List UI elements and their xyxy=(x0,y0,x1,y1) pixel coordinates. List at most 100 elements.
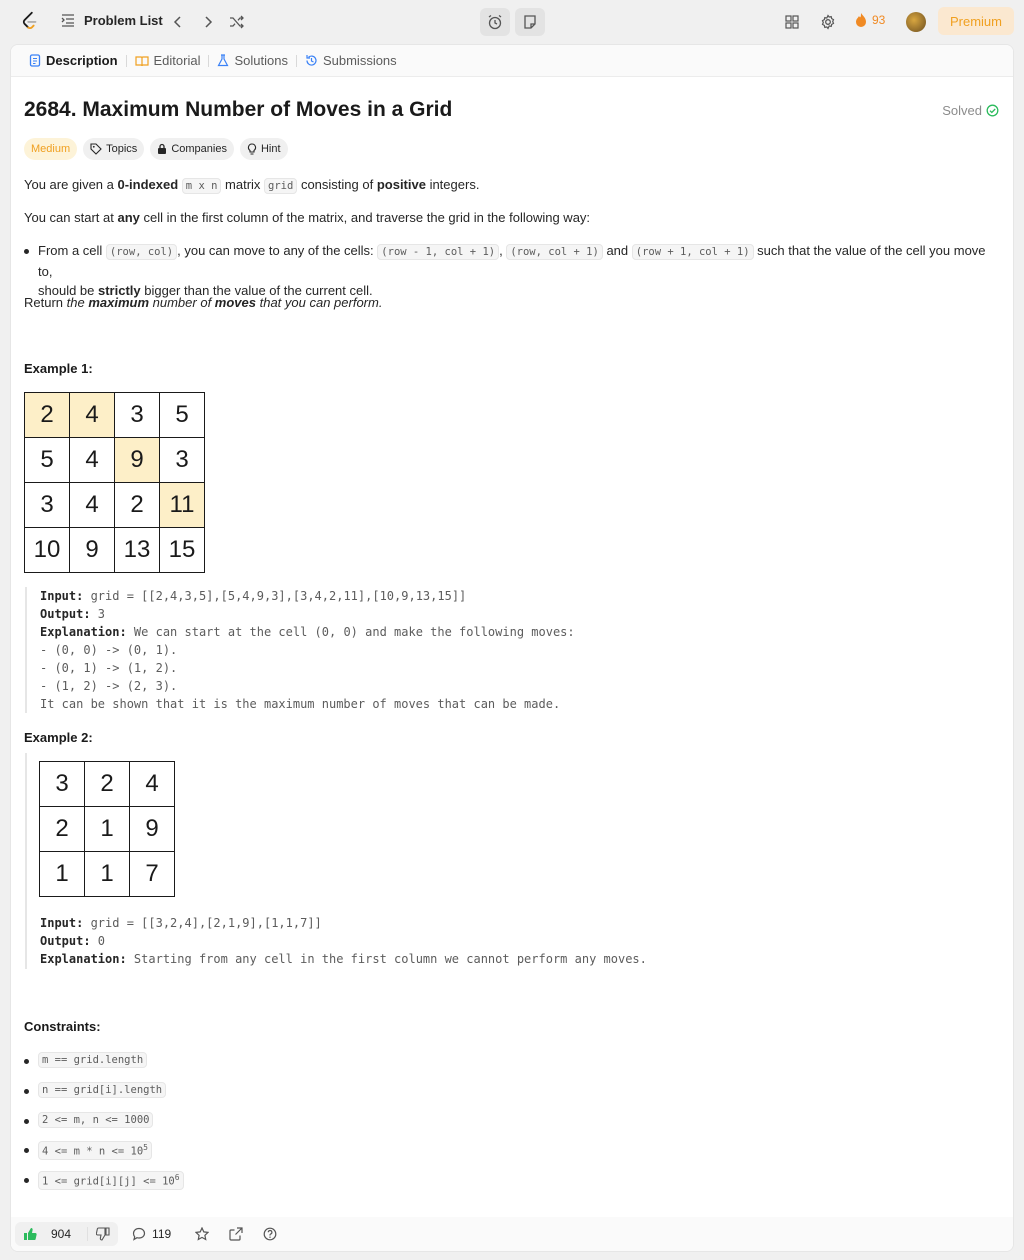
grid-cell: 9 xyxy=(69,527,115,573)
tab-solutions[interactable]: Solutions xyxy=(209,53,295,68)
document-icon xyxy=(29,54,41,67)
tab-editorial-label: Editorial xyxy=(153,53,201,68)
example-1-block: Input: grid = [[2,4,3,5],[5,4,9,3],[3,4,… xyxy=(25,587,575,713)
grid-cell: 1 xyxy=(84,806,130,852)
tab-editorial[interactable]: Editorial xyxy=(127,53,209,68)
panel-tabs: Description Editorial Solutions Submissi… xyxy=(11,45,1013,77)
comment-count: 119 xyxy=(152,1227,172,1241)
output-value: 3 xyxy=(90,607,106,621)
constraint-code: n == grid[i].length xyxy=(38,1082,167,1098)
dislike-button[interactable] xyxy=(87,1227,118,1241)
inline-code: grid xyxy=(264,178,298,194)
description-paragraph: You are given a 0-indexed m x n matrix g… xyxy=(24,175,479,196)
example-1-grid-image: 2 4 3 5 5 4 9 3 3 4 2 11 10 9 13 15 xyxy=(24,392,205,573)
share-button[interactable] xyxy=(227,1225,245,1243)
list-icon xyxy=(61,14,74,27)
grid-cell: 9 xyxy=(129,806,175,852)
favorite-button[interactable] xyxy=(193,1225,211,1243)
solved-label: Solved xyxy=(942,103,982,118)
leetcode-logo-icon[interactable] xyxy=(19,10,41,32)
text: cell in the first column of the matrix, … xyxy=(139,210,591,225)
text-italic: number of xyxy=(149,295,215,310)
grid-cell: 1 xyxy=(39,851,85,897)
streak-counter[interactable]: 93 xyxy=(854,12,885,28)
difficulty-badge: Medium xyxy=(24,138,78,160)
text: consisting of xyxy=(297,177,377,192)
input-value: grid = [[3,2,4],[2,1,9],[1,1,7]] xyxy=(83,916,322,930)
tab-description-label: Description xyxy=(46,53,118,68)
next-problem-button[interactable] xyxy=(198,12,218,32)
text: You can start at xyxy=(24,210,118,225)
grid-cell: 3 xyxy=(159,437,205,483)
random-problem-button[interactable] xyxy=(227,12,247,32)
constraint-text: 1 <= grid[i][j] <= 10 xyxy=(42,1175,175,1188)
output-value: 0 xyxy=(90,934,106,948)
constraints-heading: Constraints: xyxy=(24,1019,101,1034)
inline-code: (row - 1, col + 1) xyxy=(377,244,500,260)
external-link-icon xyxy=(229,1227,243,1241)
grid-cell: 11 xyxy=(159,482,205,528)
timer-button[interactable] xyxy=(480,8,510,36)
layout-button[interactable] xyxy=(782,12,802,32)
question-circle-icon xyxy=(263,1227,277,1241)
topics-chip[interactable]: Topics xyxy=(83,138,145,160)
grid-cell: 4 xyxy=(129,761,175,807)
constraint-exponent: 5 xyxy=(143,1143,148,1152)
solved-status: Solved xyxy=(942,103,999,118)
hint-chip[interactable]: Hint xyxy=(239,138,288,160)
grid-cell: 15 xyxy=(159,527,205,573)
grid-layout-icon xyxy=(785,15,799,29)
grid-row: 219 xyxy=(39,806,175,852)
vote-group: 904 xyxy=(15,1222,119,1246)
grid-cell: 2 xyxy=(114,482,160,528)
companies-chip[interactable]: Companies xyxy=(150,138,234,160)
flame-icon xyxy=(856,13,866,27)
grid-row: 2435 xyxy=(24,392,205,438)
text: From a cell xyxy=(38,243,106,258)
avatar[interactable] xyxy=(906,12,926,32)
prev-problem-button[interactable] xyxy=(168,12,188,32)
history-icon xyxy=(306,55,317,66)
premium-button[interactable]: Premium xyxy=(938,7,1014,35)
hint-label: Hint xyxy=(260,143,281,155)
help-button[interactable] xyxy=(261,1225,279,1243)
constraint-code: 2 <= m, n <= 1000 xyxy=(38,1112,154,1128)
tab-submissions[interactable]: Submissions xyxy=(297,53,405,68)
grid-row: 324 xyxy=(39,761,175,807)
grid-cell: 4 xyxy=(69,437,115,483)
problem-list-button[interactable]: Problem List xyxy=(60,12,163,28)
flask-icon xyxy=(217,54,229,67)
grid-cell: 1 xyxy=(84,851,130,897)
grid-cell: 9 xyxy=(114,437,160,483)
grid-row: 3 4 2 11 xyxy=(24,482,205,528)
like-count: 904 xyxy=(51,1227,72,1241)
shuffle-icon xyxy=(230,15,244,29)
star-icon xyxy=(195,1227,210,1241)
topics-label: Topics xyxy=(106,143,138,155)
thumbs-down-icon xyxy=(96,1227,110,1241)
comment-icon xyxy=(132,1227,146,1241)
explanation-text: Starting from any cell in the first colu… xyxy=(126,952,647,966)
like-button[interactable]: 904 xyxy=(15,1227,87,1241)
constraint-text: 2 <= m, n <= 1000 xyxy=(42,1114,150,1126)
text-bold: any xyxy=(117,210,140,225)
tab-description[interactable]: Description xyxy=(21,53,126,68)
settings-button[interactable] xyxy=(818,12,838,32)
thumbs-up-icon xyxy=(24,1228,37,1240)
description-paragraph: Return the maximum number of moves that … xyxy=(24,293,382,312)
constraint-text: n == grid[i].length xyxy=(42,1084,163,1096)
notes-button[interactable] xyxy=(515,8,545,36)
input-value: grid = [[2,4,3,5],[5,4,9,3],[3,4,2,11],[… xyxy=(83,589,467,603)
grid-cell: 2 xyxy=(39,806,85,852)
grid-row: 10 9 13 15 xyxy=(24,527,205,573)
gear-icon xyxy=(821,14,835,30)
grid-cell: 2 xyxy=(84,761,130,807)
tag-chips: Medium Topics Companies Hint xyxy=(24,138,288,160)
comments-button[interactable]: 119 xyxy=(132,1227,171,1241)
problem-title[interactable]: 2684. Maximum Number of Moves in a Grid xyxy=(24,98,452,122)
grid-cell: 3 xyxy=(24,482,70,528)
alarm-clock-icon xyxy=(488,14,502,30)
description-paragraph: You can start at any cell in the first c… xyxy=(24,208,590,227)
text-bold: positive xyxy=(376,177,426,192)
problem-list-label: Problem List xyxy=(84,12,163,28)
